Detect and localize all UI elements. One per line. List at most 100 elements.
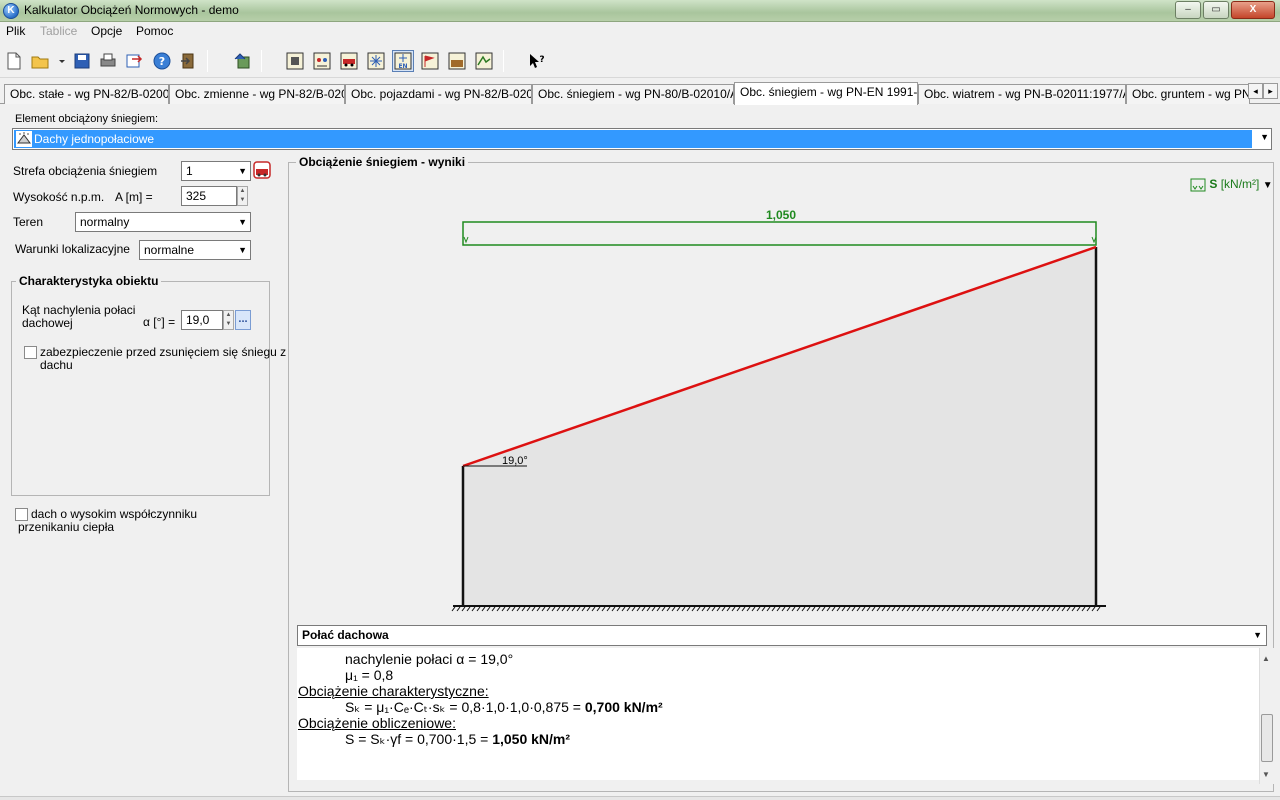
hatch-mark bbox=[1076, 606, 1081, 612]
snow-load-block bbox=[462, 221, 1097, 246]
result-mu: μ₁ = 0,8 bbox=[345, 667, 394, 683]
hatch-mark bbox=[801, 606, 806, 612]
hatch-mark bbox=[541, 606, 546, 612]
roof-surface-value: Połać dachowa bbox=[302, 628, 389, 642]
result-design-value: 1,050 kN/m² bbox=[492, 731, 571, 747]
hatch-mark bbox=[936, 606, 941, 612]
hatch-mark bbox=[1046, 606, 1051, 612]
hatch-mark bbox=[1006, 606, 1011, 612]
result-design-heading: Obciążenie obliczeniowe: bbox=[298, 715, 456, 731]
hatch-mark bbox=[1081, 606, 1086, 612]
hatch-mark bbox=[606, 606, 611, 612]
hatch-mark bbox=[571, 606, 576, 612]
hatch-mark bbox=[981, 606, 986, 612]
hatch-mark bbox=[561, 606, 566, 612]
hatch-mark bbox=[886, 606, 891, 612]
results-text: nachylenie połaci α = 19,0° μ₁ = 0,8 Obc… bbox=[297, 648, 1259, 780]
hatch-mark bbox=[511, 606, 516, 612]
scroll-down-icon[interactable]: ▼ bbox=[1262, 770, 1270, 779]
hatch-mark bbox=[871, 606, 876, 612]
hatch-mark bbox=[1026, 606, 1031, 612]
hatch-mark bbox=[1051, 606, 1056, 612]
hatch-mark bbox=[661, 606, 666, 612]
hatch-mark bbox=[751, 606, 756, 612]
hatch-mark bbox=[671, 606, 676, 612]
hatch-mark bbox=[786, 606, 791, 612]
snow-load-value: 1,050 bbox=[766, 208, 796, 222]
scroll-thumb[interactable] bbox=[1261, 714, 1273, 762]
hatch-mark bbox=[486, 606, 491, 612]
hatch-mark bbox=[1016, 606, 1021, 612]
hatch-mark bbox=[466, 606, 471, 612]
load-arrow-left bbox=[463, 236, 469, 244]
hatch-mark bbox=[1011, 606, 1016, 612]
hatch-mark bbox=[491, 606, 496, 612]
result-characteristic-formula: Sₖ = μ₁·Cₑ·Cₜ·sₖ = 0,8·1,0·1,0·0,875 = 0… bbox=[345, 699, 663, 716]
hatch-mark bbox=[861, 606, 866, 612]
hatch-mark bbox=[586, 606, 591, 612]
hatch-mark bbox=[1021, 606, 1026, 612]
scroll-up-icon[interactable]: ▲ bbox=[1262, 654, 1270, 663]
hatch-mark bbox=[681, 606, 686, 612]
hatch-mark bbox=[901, 606, 906, 612]
hatch-mark bbox=[711, 606, 716, 612]
hatch-mark bbox=[991, 606, 996, 612]
hatch-mark bbox=[656, 606, 661, 612]
hatch-mark bbox=[831, 606, 836, 612]
hatch-mark bbox=[931, 606, 936, 612]
ground-hatch bbox=[451, 606, 1101, 612]
hatch-mark bbox=[746, 606, 751, 612]
hatch-mark bbox=[481, 606, 486, 612]
hatch-mark bbox=[1086, 606, 1091, 612]
hatch-mark bbox=[766, 606, 771, 612]
hatch-mark bbox=[736, 606, 741, 612]
result-slope: nachylenie połaci α = 19,0° bbox=[345, 651, 514, 667]
hatch-mark bbox=[966, 606, 971, 612]
hatch-mark bbox=[1071, 606, 1076, 612]
hatch-mark bbox=[726, 606, 731, 612]
hatch-mark bbox=[1031, 606, 1036, 612]
hatch-mark bbox=[791, 606, 796, 612]
hatch-mark bbox=[836, 606, 841, 612]
hatch-mark bbox=[581, 606, 586, 612]
hatch-mark bbox=[496, 606, 501, 612]
status-edge bbox=[0, 796, 1280, 800]
hatch-mark bbox=[616, 606, 621, 612]
hatch-mark bbox=[576, 606, 581, 612]
roof-section-fill bbox=[463, 247, 1096, 606]
hatch-mark bbox=[881, 606, 886, 612]
angle-label: 19,0° bbox=[502, 455, 528, 467]
hatch-mark bbox=[996, 606, 1001, 612]
result-characteristic-value: 0,700 kN/m² bbox=[584, 699, 663, 715]
hatch-mark bbox=[521, 606, 526, 612]
chevron-down-icon: ▼ bbox=[1253, 630, 1262, 640]
hatch-mark bbox=[731, 606, 736, 612]
hatch-mark bbox=[636, 606, 641, 612]
hatch-mark bbox=[666, 606, 671, 612]
hatch-mark bbox=[841, 606, 846, 612]
hatch-mark bbox=[906, 606, 911, 612]
hatch-mark bbox=[916, 606, 921, 612]
hatch-mark bbox=[641, 606, 646, 612]
roof-surface-select[interactable]: Połać dachowa ▼ bbox=[297, 625, 1267, 646]
hatch-mark bbox=[536, 606, 541, 612]
tab-snow-en[interactable]: Obc. śniegiem - wg PN-EN 1991-1-3 bbox=[734, 82, 918, 105]
hatch-mark bbox=[1056, 606, 1061, 612]
results-scrollbar[interactable]: ▲ ▼ bbox=[1259, 648, 1274, 784]
hatch-mark bbox=[876, 606, 881, 612]
hatch-mark bbox=[811, 606, 816, 612]
hatch-mark bbox=[921, 606, 926, 612]
hatch-mark bbox=[691, 606, 696, 612]
hatch-mark bbox=[551, 606, 556, 612]
hatch-mark bbox=[941, 606, 946, 612]
hatch-mark bbox=[741, 606, 746, 612]
hatch-mark bbox=[456, 606, 461, 612]
hatch-mark bbox=[706, 606, 711, 612]
hatch-mark bbox=[856, 606, 861, 612]
result-characteristic-heading: Obciążenie charakterystyczne: bbox=[298, 683, 489, 699]
hatch-mark bbox=[826, 606, 831, 612]
hatch-mark bbox=[756, 606, 761, 612]
hatch-mark bbox=[556, 606, 561, 612]
hatch-mark bbox=[771, 606, 776, 612]
hatch-mark bbox=[956, 606, 961, 612]
